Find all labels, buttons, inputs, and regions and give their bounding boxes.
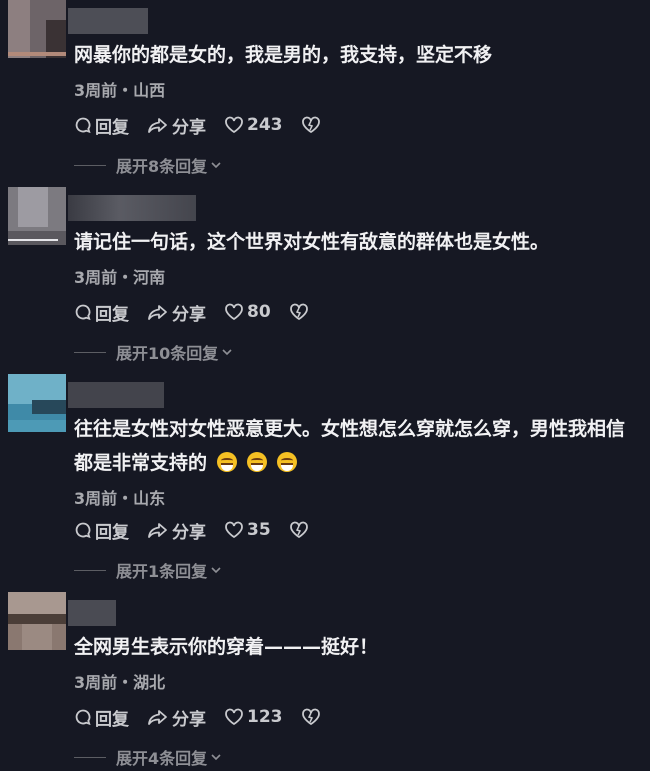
divider-line: [74, 756, 106, 758]
action-bar: 回复 分享 80: [74, 300, 330, 325]
avatar[interactable]: [8, 592, 66, 650]
chevron-down-icon: [211, 754, 221, 761]
avatar-image: [8, 592, 66, 650]
share-arrow-icon: [148, 710, 167, 725]
laughing-emoji-icon: [277, 452, 298, 472]
comment-text: 网暴你的都是女的，我是男的，我支持，坚定不移: [74, 44, 493, 66]
avatar[interactable]: [8, 187, 66, 245]
share-arrow-icon: [148, 305, 167, 320]
comment-text: 请记住一句话，这个世界对女性有敌意的群体也是女性。: [74, 231, 550, 253]
expand-label: 展开4条回复: [116, 749, 208, 768]
comment-text: 全网男生表示你的穿着———挺好！: [74, 636, 379, 658]
avatar-image: [8, 187, 66, 245]
reply-label: 回复: [95, 709, 129, 730]
heart-icon: [225, 521, 243, 539]
action-bar: 回复 分享 35: [74, 518, 330, 543]
username-blurred[interactable]: [68, 600, 116, 626]
expand-label: 展开8条回复: [116, 157, 208, 176]
comment-meta: 3周前・山东: [74, 489, 166, 508]
expand-replies-button[interactable]: 展开4条回复: [74, 745, 223, 769]
chevron-down-icon: [211, 162, 221, 169]
action-bar: 回复 分享 243: [74, 113, 342, 138]
share-label: 分享: [172, 522, 206, 543]
username-blurred[interactable]: [68, 195, 196, 221]
expand-label: 展开10条回复: [116, 344, 219, 363]
like-button[interactable]: 35: [224, 520, 271, 540]
broken-heart-icon: [289, 521, 308, 539]
share-button[interactable]: 分享: [147, 518, 206, 543]
like-count: 243: [247, 115, 283, 135]
reply-button[interactable]: 回复: [74, 518, 129, 543]
comment-text: 往往是女性对女性恶意更大。女性想怎么穿就怎么穿，男性我相信都是非常支持的: [74, 412, 640, 480]
share-arrow-icon: [148, 523, 167, 538]
chevron-down-icon: [211, 567, 221, 574]
like-count: 80: [247, 302, 271, 322]
comment-text-body: 往往是女性对女性恶意更大。女性想怎么穿就怎么穿，男性我相信都是非常支持的: [74, 418, 626, 474]
username-blurred[interactable]: [68, 382, 164, 408]
divider-line: [74, 164, 106, 166]
divider-line: [74, 351, 106, 353]
reply-button[interactable]: 回复: [74, 300, 129, 325]
avatar[interactable]: [8, 374, 66, 432]
avatar-image: [8, 0, 66, 58]
share-button[interactable]: 分享: [147, 113, 206, 138]
expand-replies-button[interactable]: 展开10条回复: [74, 340, 234, 364]
expand-replies-button[interactable]: 展开1条回复: [74, 558, 223, 582]
dislike-button[interactable]: [301, 708, 324, 726]
like-button[interactable]: 123: [224, 707, 283, 727]
dislike-button[interactable]: [289, 521, 312, 539]
reply-label: 回复: [95, 117, 129, 138]
heart-icon: [225, 116, 243, 134]
avatar-image: [8, 374, 66, 432]
laughing-emoji-icon: [247, 452, 268, 472]
share-label: 分享: [172, 709, 206, 730]
reply-label: 回复: [95, 522, 129, 543]
reply-button[interactable]: 回复: [74, 113, 129, 138]
share-button[interactable]: 分享: [147, 300, 206, 325]
heart-icon: [225, 708, 243, 726]
expand-label: 展开1条回复: [116, 562, 208, 581]
share-arrow-icon: [148, 118, 167, 133]
broken-heart-icon: [301, 116, 320, 134]
like-button[interactable]: 80: [224, 302, 271, 322]
broken-heart-icon: [289, 303, 308, 321]
reply-button[interactable]: 回复: [74, 705, 129, 730]
comment-bubble-icon: [75, 522, 91, 539]
comment-meta: 3周前・山西: [74, 81, 166, 100]
heart-icon: [225, 303, 243, 321]
like-count: 123: [247, 707, 283, 727]
comment-bubble-icon: [75, 117, 91, 134]
reply-label: 回复: [95, 304, 129, 325]
like-count: 35: [247, 520, 271, 540]
broken-heart-icon: [301, 708, 320, 726]
share-label: 分享: [172, 117, 206, 138]
avatar[interactable]: [8, 0, 66, 58]
comment-bubble-icon: [75, 709, 91, 726]
divider-line: [74, 569, 106, 571]
like-button[interactable]: 243: [224, 115, 283, 135]
dislike-button[interactable]: [289, 303, 312, 321]
username-blurred[interactable]: [68, 8, 148, 34]
expand-replies-button[interactable]: 展开8条回复: [74, 153, 223, 177]
comment-bubble-icon: [75, 304, 91, 321]
chevron-down-icon: [222, 349, 232, 356]
dislike-button[interactable]: [301, 116, 324, 134]
share-button[interactable]: 分享: [147, 705, 206, 730]
action-bar: 回复 分享 123: [74, 705, 342, 730]
share-label: 分享: [172, 304, 206, 325]
laughing-emoji-icon: [217, 452, 238, 472]
comment-meta: 3周前・河南: [74, 268, 166, 287]
comment-meta: 3周前・湖北: [74, 673, 166, 692]
